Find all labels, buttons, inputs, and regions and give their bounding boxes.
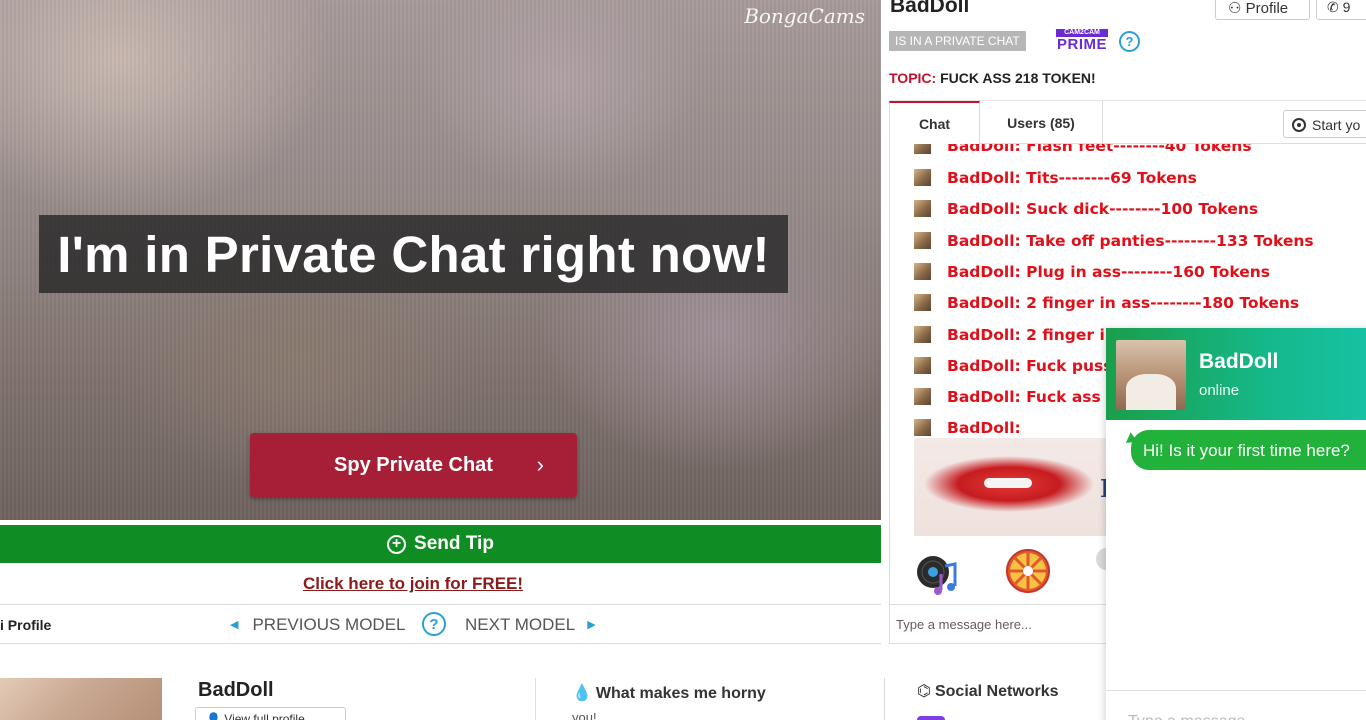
music-icon[interactable] bbox=[915, 552, 959, 596]
next-model-button[interactable]: NEXT MODEL ▶ bbox=[465, 615, 596, 635]
model-navigation: i Profile ◀ PREVIOUS MODEL ? NEXT MODEL ▶ bbox=[0, 604, 881, 644]
record-icon bbox=[1292, 118, 1306, 132]
bongacams-logo: BongaCams bbox=[744, 4, 865, 28]
fortune-wheel-icon[interactable] bbox=[1004, 547, 1052, 595]
chat-popup-name: BadDoll bbox=[1199, 350, 1279, 373]
social-networks-heading: ⌬ Social Networks bbox=[917, 681, 1059, 701]
help-icon[interactable]: ? bbox=[1119, 31, 1140, 52]
view-full-profile-button[interactable]: 👤 View full profile bbox=[195, 707, 346, 720]
drop-icon: 💧 bbox=[572, 685, 592, 702]
chat-message: BadDoll: Fuck ass bbox=[914, 383, 1101, 411]
user-icon: ⚇ bbox=[1228, 0, 1246, 17]
divider bbox=[535, 678, 536, 720]
profile-button-label: Profile bbox=[1245, 0, 1289, 17]
next-model-label: NEXT MODEL bbox=[465, 615, 576, 634]
spy-private-chat-button[interactable]: Spy Private Chat › bbox=[250, 433, 577, 497]
video-player[interactable]: BongaCams I'm in Private Chat right now!… bbox=[0, 0, 881, 520]
private-chat-banner-text: I'm in Private Chat right now! bbox=[57, 225, 770, 283]
chat-popup-greeting: Hi! Is it your first time here? bbox=[1131, 430, 1366, 470]
chat-popup-widget: BadDoll online Hi! Is it your first time… bbox=[1106, 328, 1366, 720]
chat-message-text: BadDoll: Suck dick--------100 Tokens bbox=[947, 200, 1259, 218]
send-tip-button[interactable]: + Send Tip bbox=[0, 525, 881, 563]
chat-message-text: BadDoll: Take off panties--------133 Tok… bbox=[947, 232, 1314, 250]
user-icon: 👤 bbox=[206, 712, 225, 720]
social-title-text: Social Networks bbox=[934, 683, 1059, 700]
chat-message: BadDoll: Plug in ass--------160 Tokens bbox=[914, 258, 1270, 286]
model-thumbnail[interactable] bbox=[0, 678, 162, 720]
chat-message-text: BadDoll: Plug in ass--------160 Tokens bbox=[947, 263, 1271, 281]
send-tip-label: Send Tip bbox=[414, 533, 494, 554]
chat-message: BadDoll: 2 finger in ass--------180 Toke… bbox=[914, 289, 1299, 317]
chat-message: BadDoll: 2 finger i bbox=[914, 321, 1105, 349]
avatar bbox=[914, 388, 931, 405]
prime-badge-bottom: PRIME bbox=[1056, 36, 1107, 53]
chat-message: BadDoll: Take off panties--------133 Tok… bbox=[914, 227, 1314, 255]
view-full-profile-label: View full profile bbox=[224, 712, 305, 720]
private-chat-banner: I'm in Private Chat right now! bbox=[39, 215, 788, 293]
chat-message-text: BadDoll: 2 finger i bbox=[947, 326, 1105, 344]
avatar bbox=[914, 200, 931, 217]
chat-message-text: BadDoll: Fuck ass bbox=[947, 388, 1101, 406]
start-cam-label: Start yo bbox=[1312, 117, 1361, 133]
what-makes-me-horny-text: you! bbox=[572, 710, 597, 720]
chat-message: BadDoll: Tits--------69 Tokens bbox=[914, 164, 1197, 192]
chat-topic: TOPIC: FUCK ASS 218 TOKEN! bbox=[889, 70, 1096, 86]
previous-model-label: PREVIOUS MODEL bbox=[252, 615, 406, 634]
bottom-model-name: BadDoll bbox=[198, 679, 274, 701]
start-cam-button[interactable]: Start yo bbox=[1283, 110, 1366, 138]
mini-profile-link[interactable]: i Profile bbox=[0, 617, 51, 633]
chat-message: BadDoll: Fuck puss bbox=[914, 352, 1112, 380]
private-chat-status-badge: IS IN A PRIVATE CHAT bbox=[889, 31, 1026, 51]
divider bbox=[884, 678, 885, 720]
social-network-icon[interactable] bbox=[917, 716, 945, 720]
chat-message-text: BadDoll: bbox=[947, 419, 1021, 437]
share-icon: ⌬ bbox=[917, 683, 931, 700]
plus-circle-icon: + bbox=[387, 534, 407, 554]
chat-message: BadDoll: Suck dick--------100 Tokens bbox=[914, 195, 1258, 223]
join-free-link[interactable]: Click here to join for FREE! bbox=[0, 574, 826, 594]
avatar bbox=[914, 263, 931, 280]
profile-button[interactable]: ⚇ Profile bbox=[1215, 0, 1310, 20]
avatar bbox=[914, 419, 931, 436]
horny-title-text: What makes me horny bbox=[595, 685, 766, 702]
avatar bbox=[914, 144, 931, 154]
call-button-label: 9 bbox=[1342, 0, 1351, 15]
chat-tabs: Chat Users (85) Start yo bbox=[889, 100, 1366, 145]
chat-popup-input[interactable]: Type a message bbox=[1106, 690, 1366, 720]
topic-label: TOPIC: bbox=[889, 70, 937, 86]
cam2cam-prime-badge: CAM2CAM PRIME bbox=[1056, 29, 1108, 52]
triangle-left-icon: ◀ bbox=[230, 619, 239, 631]
tab-chat[interactable]: Chat bbox=[889, 101, 980, 145]
tab-users[interactable]: Users (85) bbox=[980, 101, 1103, 145]
chat-message-text: BadDoll: Flash feet--------40 Tokens bbox=[947, 144, 1252, 155]
chat-popup-status: online bbox=[1199, 382, 1240, 399]
previous-model-button[interactable]: ◀ PREVIOUS MODEL bbox=[230, 615, 406, 635]
help-icon[interactable]: ? bbox=[422, 612, 446, 636]
avatar bbox=[914, 357, 931, 374]
chat-message-text: BadDoll: Tits--------69 Tokens bbox=[947, 169, 1197, 187]
spy-private-chat-label: Spy Private Chat bbox=[334, 453, 493, 476]
avatar bbox=[914, 169, 931, 186]
topic-text: FUCK ASS 218 TOKEN! bbox=[940, 70, 1096, 86]
chat-popup-header[interactable]: BadDoll online bbox=[1106, 328, 1366, 420]
chat-message-text: BadDoll: Fuck puss bbox=[947, 357, 1113, 375]
avatar bbox=[914, 294, 931, 311]
triangle-right-icon: ▶ bbox=[587, 619, 596, 631]
call-button[interactable]: ✆ 9 bbox=[1316, 0, 1366, 20]
chat-message-text: BadDoll: 2 finger in ass--------180 Toke… bbox=[947, 294, 1300, 312]
what-makes-me-horny-heading: 💧 What makes me horny bbox=[572, 683, 766, 703]
chat-message: BadDoll: Flash feet--------40 Tokens bbox=[914, 144, 1252, 160]
chevron-right-icon: › bbox=[536, 452, 544, 477]
avatar bbox=[914, 326, 931, 343]
chat-model-name: BadDoll bbox=[890, 0, 970, 17]
avatar bbox=[914, 232, 931, 249]
phone-icon: ✆ bbox=[1327, 0, 1343, 15]
avatar bbox=[1116, 340, 1186, 410]
